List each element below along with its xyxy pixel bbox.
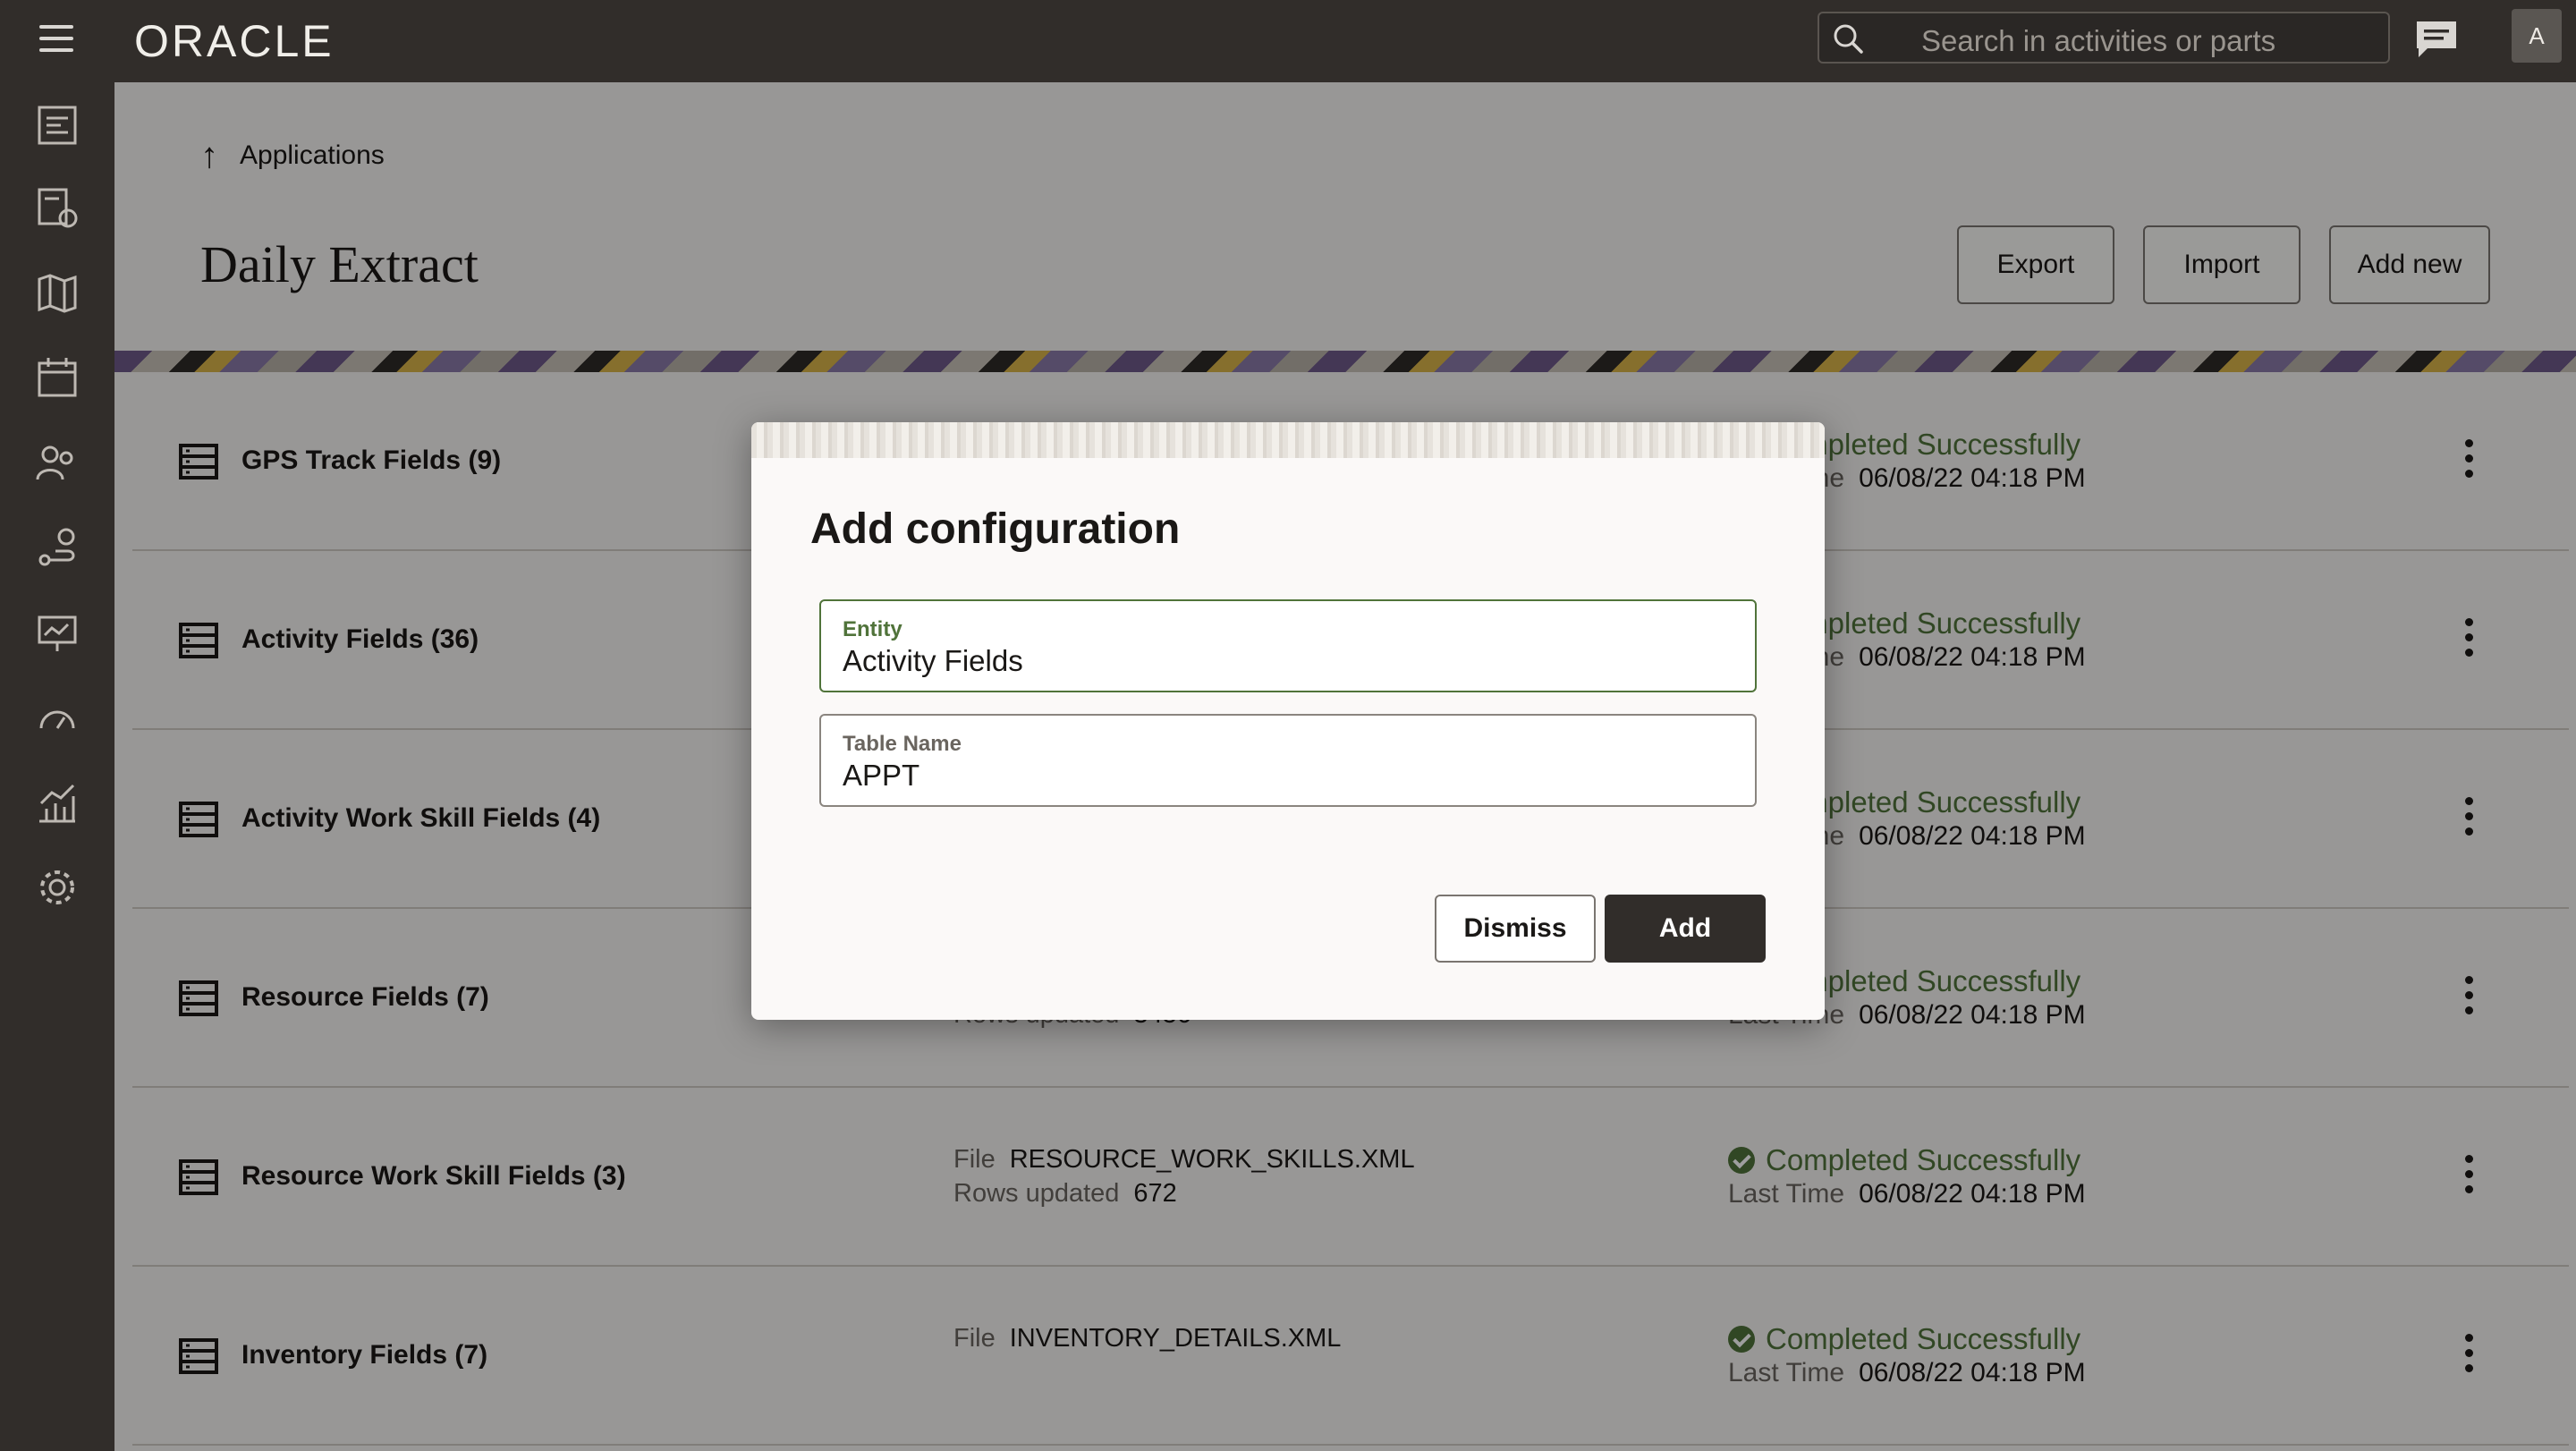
table-name-value: APPT	[843, 759, 920, 792]
calendar-icon[interactable]	[34, 354, 80, 401]
search-input[interactable]: Search in activities or parts	[1818, 12, 2390, 64]
add-button[interactable]: Add	[1605, 895, 1766, 963]
gear-icon[interactable]	[34, 864, 80, 911]
search-placeholder: Search in activities or parts	[1921, 24, 2276, 57]
dispatch-icon[interactable]	[34, 184, 80, 231]
side-nav	[0, 82, 114, 1451]
entity-label: Entity	[843, 617, 902, 641]
resources-icon[interactable]	[34, 440, 80, 487]
dismiss-button[interactable]: Dismiss	[1435, 895, 1596, 963]
monitor-icon[interactable]	[34, 610, 80, 657]
add-configuration-dialog: Add configuration Entity Activity Fields…	[751, 422, 1825, 1020]
avatar[interactable]: A	[2512, 9, 2562, 63]
search-icon	[1834, 24, 1863, 54]
dialog-header-strip	[751, 422, 1825, 458]
top-bar: ORACLE Search in activities or parts A	[0, 0, 2576, 82]
analytics-icon[interactable]	[34, 780, 80, 827]
routing-icon[interactable]	[34, 524, 80, 571]
hamburger-icon[interactable]	[39, 25, 73, 52]
entity-value: Activity Fields	[843, 644, 1023, 677]
oracle-logo: ORACLE	[134, 16, 335, 66]
chat-icon[interactable]	[2413, 18, 2460, 61]
dialog-title: Add configuration	[810, 505, 1181, 553]
table-name-field[interactable]: Table Name APPT	[819, 714, 1757, 807]
table-name-label: Table Name	[843, 732, 962, 756]
speed-icon[interactable]	[34, 694, 80, 741]
dashboard-icon[interactable]	[34, 102, 80, 148]
map-icon[interactable]	[34, 270, 80, 317]
entity-field[interactable]: Entity Activity Fields	[819, 599, 1757, 692]
